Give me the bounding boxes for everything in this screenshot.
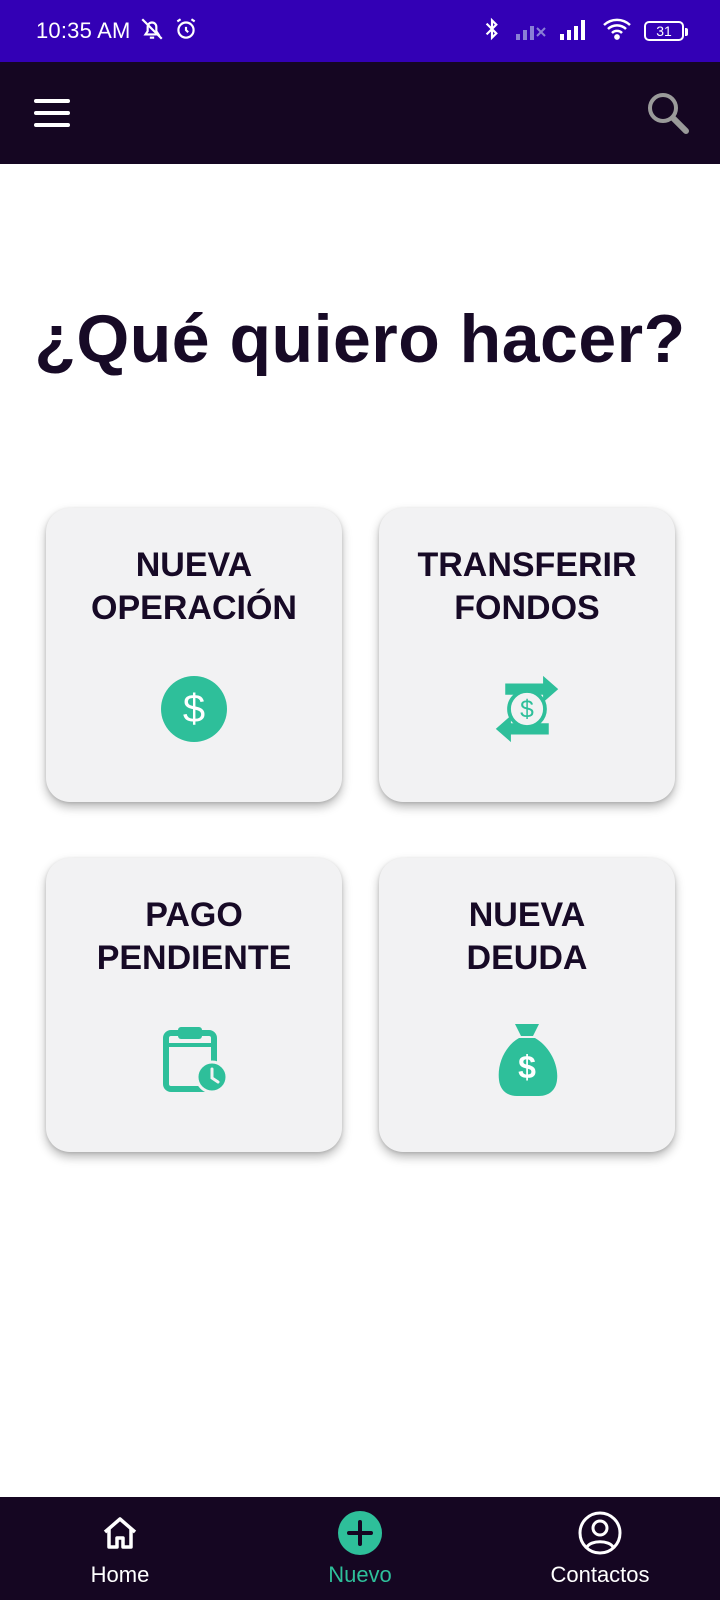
signal-off-icon	[514, 18, 546, 45]
clipboard-clock-icon	[159, 1024, 229, 1094]
svg-text:$: $	[518, 1049, 536, 1085]
account-circle-icon	[577, 1510, 623, 1556]
dollar-circle-icon: $	[159, 674, 229, 744]
card-label: NUEVA OPERACIÓN	[91, 546, 297, 627]
alarm-icon	[173, 16, 199, 47]
bluetooth-icon	[482, 16, 502, 47]
muted-bell-icon	[139, 16, 165, 47]
status-right: 31	[482, 16, 688, 47]
transferir-fondos-card[interactable]: TRANSFERIR FONDOS $	[379, 508, 675, 802]
page-title: ¿Qué quiero hacer?	[34, 301, 686, 377]
nav-home[interactable]: Home	[20, 1510, 220, 1588]
pago-pendiente-card[interactable]: PAGO PENDIENTE	[46, 858, 342, 1152]
battery-icon: 31	[644, 21, 688, 41]
nav-contactos[interactable]: Contactos	[500, 1510, 700, 1588]
app-bar	[0, 62, 720, 164]
search-icon[interactable]	[646, 91, 690, 135]
status-time: 10:35 AM	[36, 18, 131, 43]
wifi-icon	[602, 17, 632, 46]
add-circle-icon	[337, 1510, 383, 1556]
nav-label: Nuevo	[328, 1561, 392, 1587]
home-icon	[97, 1510, 143, 1556]
transfer-money-icon: $	[492, 674, 562, 744]
nav-label: Contactos	[550, 1561, 650, 1587]
hamburger-menu-icon[interactable]	[34, 99, 70, 127]
nav-label: Home	[90, 1561, 150, 1587]
card-label: NUEVA DEUDA	[466, 896, 588, 977]
nueva-deuda-card[interactable]: NUEVA DEUDA $	[379, 858, 675, 1152]
status-bar: 10:35 AM 31	[0, 0, 720, 62]
signal-icon	[558, 18, 590, 45]
bottom-nav: Home Nuevo Contactos	[0, 1497, 720, 1600]
card-label: TRANSFERIR FONDOS	[417, 546, 637, 627]
svg-text:$: $	[183, 687, 205, 731]
svg-text:$: $	[520, 697, 534, 724]
nueva-operacion-card[interactable]: NUEVA OPERACIÓN $	[46, 508, 342, 802]
nav-nuevo[interactable]: Nuevo	[260, 1510, 460, 1588]
money-bag-icon: $	[492, 1024, 562, 1096]
status-left: 10:35 AM	[36, 16, 199, 47]
card-label: PAGO PENDIENTE	[96, 896, 292, 977]
